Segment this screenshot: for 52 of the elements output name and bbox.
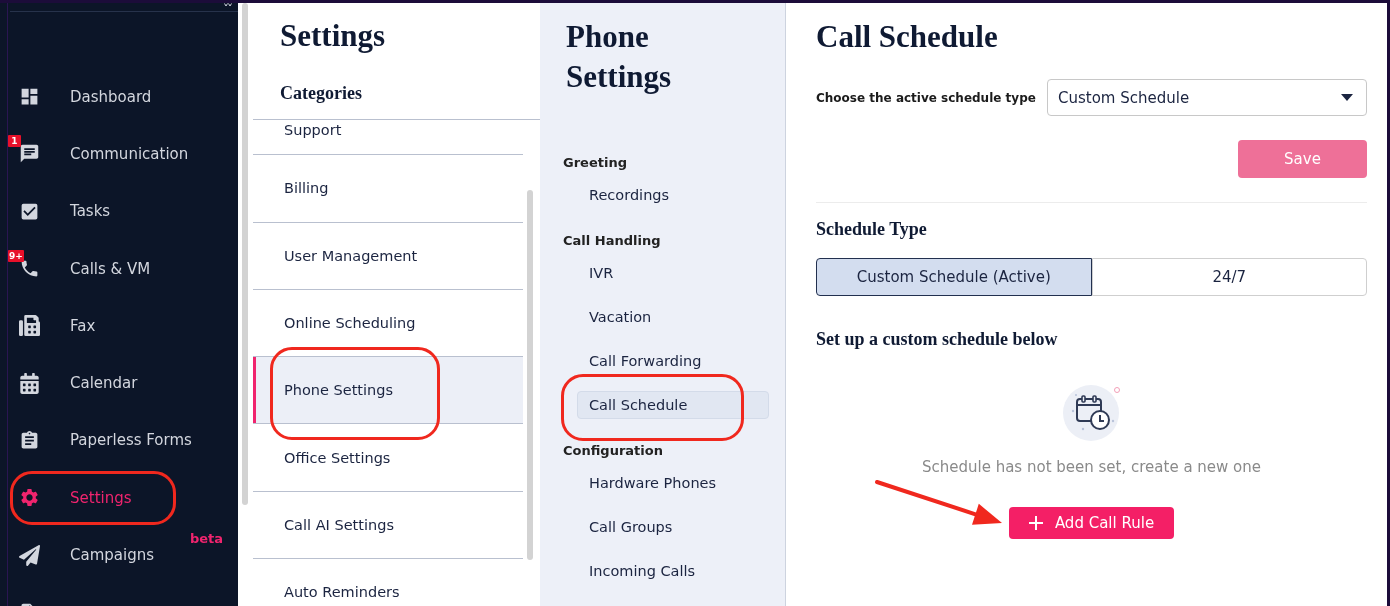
section-heading: Set up a custom schedule below bbox=[816, 328, 1058, 350]
menu-item[interactable]: Call Groups bbox=[577, 513, 769, 541]
calendar-icon bbox=[18, 372, 40, 394]
nav-item[interactable]: 1 Communication bbox=[0, 125, 238, 183]
plus-icon bbox=[1028, 516, 1043, 530]
section-heading: Schedule Type bbox=[816, 218, 927, 240]
menu-item[interactable]: Call Forwarding bbox=[577, 347, 769, 375]
double-chevron-icon[interactable] bbox=[224, 3, 232, 9]
category-item[interactable]: Call AI Settings bbox=[253, 491, 523, 560]
beta-label: beta bbox=[190, 531, 224, 547]
nav-item[interactable]: Campaigns beta bbox=[0, 526, 238, 584]
schedule-type-option[interactable]: 24/7 bbox=[1091, 258, 1367, 296]
nav-item[interactable]: Tasks bbox=[0, 182, 238, 240]
page-title: Call Schedule bbox=[816, 18, 998, 56]
category-item[interactable]: User Management bbox=[253, 222, 523, 290]
category-item[interactable]: Phone Settings bbox=[253, 357, 523, 425]
nav-item[interactable]: 9+ Calls & VM bbox=[0, 239, 238, 298]
group-heading: Call Handling bbox=[563, 232, 661, 250]
category-item[interactable]: Billing bbox=[253, 155, 523, 223]
nav-item[interactable]: Fax bbox=[0, 297, 238, 355]
menu-item[interactable]: IVR bbox=[577, 259, 769, 287]
notification-badge: 1 bbox=[8, 135, 21, 148]
category-item[interactable]: Auto Reminders bbox=[253, 559, 523, 606]
category-item[interactable]: Office Settings bbox=[253, 424, 523, 492]
menu-item[interactable]: Hardware Phones bbox=[577, 469, 769, 497]
scrollbar[interactable] bbox=[527, 190, 533, 560]
category-item[interactable]: Support bbox=[253, 120, 523, 156]
schedule-type-select[interactable]: Custom Schedule bbox=[1047, 79, 1367, 116]
add-call-rule-button[interactable]: Add Call Rule bbox=[1009, 507, 1174, 539]
fax-icon bbox=[18, 315, 40, 337]
caret-down-icon bbox=[1341, 94, 1353, 101]
categories-heading: Categories bbox=[280, 82, 363, 104]
nav-item[interactable]: Settings bbox=[0, 469, 238, 527]
nav-item[interactable]: Calendar bbox=[0, 354, 238, 412]
panel-title: Phone Settings bbox=[566, 18, 673, 96]
menu-item[interactable]: Recordings bbox=[577, 181, 769, 209]
nav-item[interactable]: Paperless Forms bbox=[0, 411, 238, 470]
menu-item[interactable]: Incoming Calls bbox=[577, 557, 769, 585]
empty-message: Schedule has not been set, create a new one bbox=[921, 457, 1262, 477]
chat-icon bbox=[18, 143, 40, 165]
calendar-clock-icon bbox=[1062, 383, 1121, 441]
nav-item[interactable]: Dashboard bbox=[0, 68, 238, 126]
group-heading: Greeting bbox=[563, 154, 627, 172]
scrollbar[interactable] bbox=[242, 3, 248, 505]
group-heading: Configuration bbox=[563, 442, 663, 460]
panel-title: Settings bbox=[280, 17, 387, 55]
menu-item[interactable]: Vacation bbox=[577, 303, 769, 331]
menu-item[interactable]: Call Schedule bbox=[577, 391, 769, 419]
paper-plane-icon bbox=[18, 544, 40, 566]
field-label: Choose the active schedule type bbox=[816, 90, 1036, 105]
schedule-type-option[interactable]: Custom Schedule (Active) bbox=[816, 258, 1092, 296]
notification-badge: 9+ bbox=[8, 250, 24, 263]
